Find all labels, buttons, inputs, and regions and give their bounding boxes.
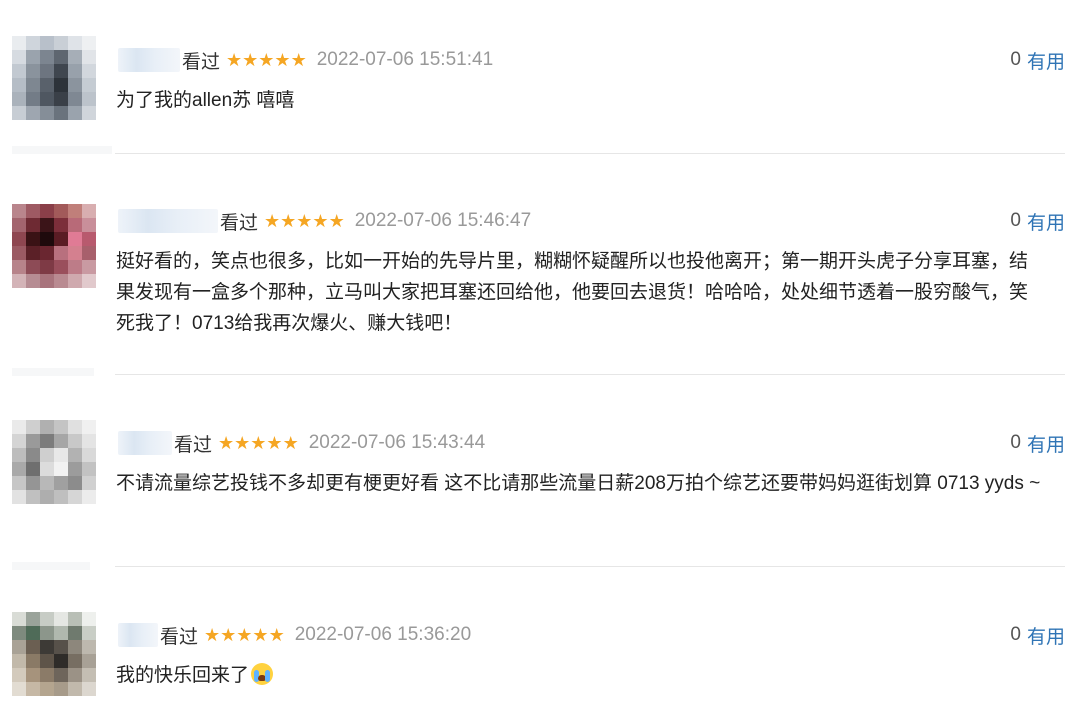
username[interactable] [118, 623, 158, 647]
vote-count: 0 [1010, 432, 1021, 453]
comment-text-wrapper: 我的快乐回来了 [116, 660, 1046, 691]
comment-text: 挺好看的，笑点也很多，比如一开始的先导片里，糊糊怀疑醒所以也投他离开；第一期开头… [116, 251, 1029, 334]
avatar[interactable] [12, 420, 96, 504]
comment-meta: 看过 ★★★★★ 2022-07-06 15:46:47 [118, 206, 531, 236]
divider [12, 146, 112, 154]
watched-status: 看过 [160, 626, 199, 648]
vote-count: 0 [1010, 210, 1021, 231]
useful-button[interactable]: 有用 [1027, 47, 1065, 74]
vote-area: 0 有用 [1010, 206, 1065, 236]
watched-status: 看过 [220, 212, 259, 234]
username[interactable] [118, 209, 218, 233]
comment-text: 为了我的allen苏 嘻嘻 [116, 90, 295, 111]
comment-time[interactable]: 2022-07-06 15:51:41 [317, 49, 493, 71]
comment-meta: 看过 ★★★★★ 2022-07-06 15:43:44 [118, 428, 485, 458]
useful-button[interactable]: 有用 [1027, 622, 1065, 649]
vote-area: 0 有用 [1010, 620, 1065, 650]
comment-text: 不请流量综艺投钱不多却更有梗更好看 这不比请那些流量日薪208万拍个综艺还要带妈… [116, 473, 1041, 494]
avatar[interactable] [12, 36, 96, 120]
vote-area: 0 有用 [1010, 45, 1065, 75]
comment-meta: 看过 ★★★★★ 2022-07-06 15:36:20 [118, 620, 471, 650]
divider [115, 566, 1065, 567]
useful-button[interactable]: 有用 [1027, 430, 1065, 457]
avatar[interactable] [12, 612, 96, 696]
vote-area: 0 有用 [1010, 428, 1065, 458]
divider [12, 368, 94, 376]
rating-stars: ★★★★★ [218, 432, 299, 453]
comment-time[interactable]: 2022-07-06 15:43:44 [309, 432, 485, 454]
avatar[interactable] [12, 204, 96, 288]
crying-emoji-icon [251, 663, 274, 685]
divider [115, 374, 1065, 375]
comment-meta: 看过 ★★★★★ 2022-07-06 15:51:41 [118, 45, 493, 75]
rating-stars: ★★★★★ [226, 49, 307, 70]
rating-stars: ★★★★★ [264, 210, 345, 231]
useful-button[interactable]: 有用 [1027, 208, 1065, 235]
watched-status: 看过 [174, 434, 213, 456]
username[interactable] [118, 48, 180, 72]
comment-time[interactable]: 2022-07-06 15:46:47 [355, 210, 531, 232]
vote-count: 0 [1010, 624, 1021, 645]
divider [115, 153, 1065, 154]
divider [12, 562, 90, 570]
comment-time[interactable]: 2022-07-06 15:36:20 [295, 624, 471, 646]
comment-text: 我的快乐回来了 [116, 665, 250, 686]
watched-status: 看过 [182, 51, 221, 73]
rating-stars: ★★★★★ [204, 624, 285, 645]
vote-count: 0 [1010, 49, 1021, 70]
username[interactable] [118, 431, 172, 455]
